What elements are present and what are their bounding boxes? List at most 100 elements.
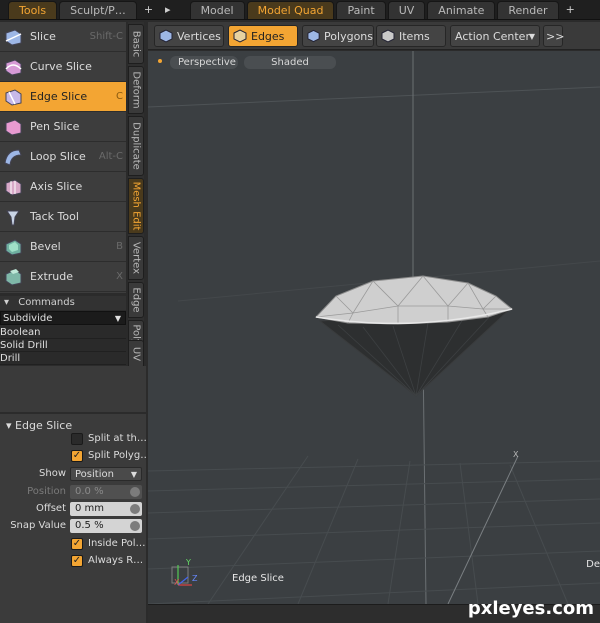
split-polygons-label: Split Polyg… <box>88 450 151 461</box>
properties-title: ▾ Edge Slice <box>6 419 73 432</box>
split-at-the-row: Split at th… <box>0 432 147 448</box>
watermark-text: pxleyes.com <box>467 598 594 619</box>
offset-label: Offset <box>35 503 66 514</box>
command-item-solid-drill[interactable]: Solid Drill <box>0 339 126 352</box>
tab-paint[interactable]: Paint <box>336 1 386 19</box>
edges-mode-button[interactable]: Edges <box>228 25 298 47</box>
shortcut-label: Alt-C <box>98 151 123 162</box>
tack-tool-icon <box>2 206 24 228</box>
tab-tools[interactable]: Tools <box>8 1 58 19</box>
side-tab-vertex[interactable]: Vertex <box>128 236 144 280</box>
tool-loop-slice[interactable]: Loop Slice Alt-C <box>0 142 126 172</box>
position-field[interactable]: 0.0 % <box>70 485 142 499</box>
side-tab-duplicate[interactable]: Duplicate <box>128 116 144 176</box>
inside-poly-checkbox[interactable]: ✓ <box>71 538 83 550</box>
tab-model-quad[interactable]: Model Quad <box>246 1 335 19</box>
tool-label: Curve Slice <box>30 60 92 73</box>
tab-uv[interactable]: UV <box>387 1 426 19</box>
tool-extrude[interactable]: Extrude X <box>0 262 126 292</box>
shortcut-label: Shift-C <box>89 31 123 42</box>
inside-poly-row: ✓ Inside Pol… <box>0 537 146 553</box>
slice-icon <box>2 26 24 48</box>
command-item-drill[interactable]: Drill <box>0 352 126 365</box>
show-row: Show Position ▼ <box>0 467 146 483</box>
snap-value-field[interactable]: 0.5 % <box>70 519 142 533</box>
active-tool-caption: Edge Slice <box>232 573 284 584</box>
always-r-checkbox[interactable]: ✓ <box>71 555 83 567</box>
offset-row: Offset 0 mm <box>0 502 146 518</box>
3d-viewport[interactable]: Perspective Shaded X Y X Z Edge Slice De <box>148 51 600 604</box>
axis-slice-icon <box>2 176 24 198</box>
dropdown-arrow-icon: ▼ <box>528 31 535 41</box>
side-tab-deform[interactable]: Deform <box>128 66 144 114</box>
collapse-arrow-icon: ▾ <box>4 297 10 308</box>
tool-properties-panel: ▾ Edge Slice Split at th… ✓ Split Polyg…… <box>0 414 150 623</box>
tab-render[interactable]: Render <box>497 1 559 19</box>
show-label: Show <box>39 468 66 479</box>
position-label: Position <box>27 486 66 497</box>
extrude-icon <box>2 266 24 288</box>
split-at-the-checkbox[interactable] <box>71 433 83 445</box>
tab-scroll-arrow[interactable]: ▸ <box>160 1 176 19</box>
tab-model[interactable]: Model <box>189 1 245 19</box>
tool-category-tabs: Basic Deform Duplicate Mesh Edit Vertex … <box>128 22 144 372</box>
loop-slice-icon <box>2 146 24 168</box>
toolbar-overflow-button[interactable]: >> <box>543 25 564 47</box>
tab-sculpt-paint[interactable]: Sculpt/P… <box>59 1 137 19</box>
split-at-the-label: Split at th… <box>88 433 147 444</box>
side-tab-mesh-edit[interactable]: Mesh Edit <box>128 178 144 234</box>
tool-tack-tool[interactable]: Tack Tool <box>0 202 126 232</box>
action-center-dropdown[interactable]: Action Center ▼ <box>450 25 540 47</box>
command-item-boolean[interactable]: Boolean <box>0 326 126 339</box>
polygons-mode-button[interactable]: Polygons <box>302 25 374 47</box>
snap-value-label: Snap Value <box>10 520 66 531</box>
commands-header[interactable]: ▾ Commands <box>0 296 126 310</box>
tool-axis-slice[interactable]: Axis Slice <box>0 172 126 202</box>
tool-label: Pen Slice <box>30 120 80 133</box>
side-tab-basic[interactable]: Basic <box>128 24 144 64</box>
tool-slice[interactable]: Slice Shift-C <box>0 22 126 52</box>
edge-slice-icon <box>2 86 24 108</box>
add-layout-tab-button[interactable]: + <box>561 1 580 19</box>
dropdown-arrow-icon: ▼ <box>114 314 121 323</box>
tool-edge-slice[interactable]: Edge Slice C <box>0 82 126 112</box>
tool-label: Axis Slice <box>30 180 83 193</box>
workspace-tab-bar: Tools Sculpt/P… + ▸ Model Model Quad Pai… <box>0 0 600 20</box>
polygons-icon <box>307 29 320 43</box>
offset-field[interactable]: 0 mm <box>70 502 142 516</box>
show-dropdown[interactable]: Position ▼ <box>70 467 142 481</box>
tool-pen-slice[interactable]: Pen Slice <box>0 112 126 142</box>
mesh-edit-tools-panel: Slice Shift-C Curve Slice Edge Slice C P… <box>0 22 126 293</box>
vertices-icon <box>159 29 173 43</box>
gizmo-y-label: Y <box>185 558 191 567</box>
tool-bevel[interactable]: Bevel B <box>0 232 126 262</box>
always-r-row: ✓ Always R… <box>0 554 146 570</box>
tab-animate[interactable]: Animate <box>427 1 496 19</box>
viewport-info-text: De <box>586 559 600 570</box>
side-tab-uv[interactable]: UV <box>128 340 144 368</box>
split-polygons-checkbox[interactable]: ✓ <box>71 450 83 462</box>
split-polygons-row: ✓ Split Polyg… <box>0 449 150 465</box>
add-tab-button[interactable]: + <box>139 1 158 19</box>
items-mode-button[interactable]: Items <box>376 25 446 47</box>
tool-label: Extrude <box>30 270 74 283</box>
tool-label: Bevel <box>30 240 61 253</box>
shortcut-label: X <box>116 271 123 282</box>
spinner-icon[interactable] <box>130 487 140 497</box>
shortcut-label: C <box>116 91 123 102</box>
bevel-icon <box>2 236 24 258</box>
tool-label: Loop Slice <box>30 150 86 163</box>
side-tab-edge[interactable]: Edge <box>128 282 144 318</box>
tool-curve-slice[interactable]: Curve Slice <box>0 52 126 82</box>
spinner-icon[interactable] <box>130 504 140 514</box>
commands-dropdown[interactable]: Subdivide ▼ <box>0 311 126 325</box>
viewport-scene: X Y X Z <box>148 51 600 604</box>
pen-slice-icon <box>2 116 24 138</box>
gizmo-z-label: Z <box>192 574 198 583</box>
position-row: Position 0.0 % <box>0 485 146 501</box>
tool-label: Edge Slice <box>30 90 88 103</box>
vertices-mode-button[interactable]: Vertices <box>154 25 224 47</box>
dropdown-arrow-icon: ▼ <box>130 470 137 479</box>
spinner-icon[interactable] <box>130 521 140 531</box>
items-icon <box>381 29 395 43</box>
